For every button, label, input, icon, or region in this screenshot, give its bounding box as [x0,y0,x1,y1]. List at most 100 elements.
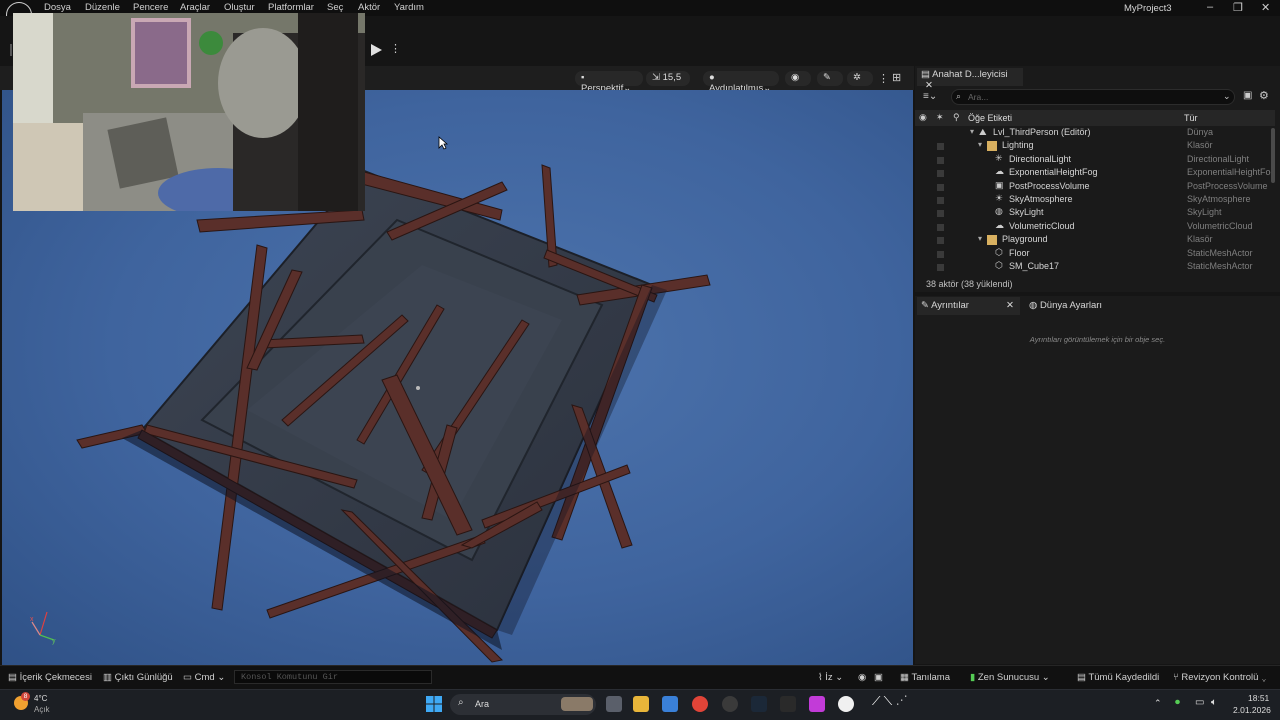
windows-start-icon[interactable] [426,696,442,712]
output-log-button[interactable]: ▥ Çıktı Günlüğü [103,672,173,683]
console-command-input[interactable]: Konsol Komutunu Gir [234,670,432,684]
chevron-down-icon: ⌄ [1258,672,1267,683]
play-icon[interactable] [369,43,383,57]
obs-icon[interactable] [809,696,825,712]
outliner-row[interactable]: ▣ PostProcessVolume PostProcessVolume [915,180,1270,194]
visibility-toggle[interactable] [937,210,944,217]
microphone-icon[interactable]: ⏺ [1175,697,1180,708]
tab-details[interactable]: ✎ Ayrıntılar ✕ [917,297,1020,315]
steam-icon[interactable] [751,696,767,712]
minimize-button[interactable]: – [1207,1,1213,13]
volume-icon[interactable]: 🔈︎ [1211,697,1217,708]
settings-gear-icon[interactable]: ⚙ [1259,89,1269,102]
visibility-toggle[interactable] [937,157,944,164]
add-folder-icon[interactable]: ▣ [1243,90,1252,101]
visibility-toggle[interactable] [937,197,944,204]
axis-x-label: x [30,616,34,623]
record-icon[interactable]: ◉ [858,672,866,683]
menu-actor[interactable]: Aktör [358,2,380,13]
menu-edit[interactable]: Düzenle [85,2,120,13]
chevron-down-icon[interactable]: ⌄ [1223,91,1231,102]
close-icon[interactable]: ✕ [1006,300,1014,311]
zen-server-button[interactable]: ▮ Zen Sunucusu ⌄ [970,672,1050,683]
drawer-icon: ▤ [8,672,20,683]
outliner-row[interactable]: ☁ ExponentialHeightFog ExponentialHeight… [915,166,1276,180]
weather-desc: Açık [34,705,50,714]
visibility-column-icon[interactable]: ◉ [919,112,927,123]
pin-column-icon[interactable]: ⚲ [953,112,960,123]
outliner-row[interactable]: ⬡ Floor StaticMeshActor [915,247,1270,261]
cmd-dropdown[interactable]: ▭ Cmd ⌄ [183,672,225,683]
file-explorer-icon[interactable] [633,696,649,712]
menu-window[interactable]: Pencere [133,2,168,13]
lit-mode-button[interactable]: ● Aydınlatılmış⌄ [703,71,779,94]
outliner-row[interactable]: ⬡ SM_Cube17 StaticMeshActor [915,260,1270,274]
post-process-icon: ▣ [995,180,1004,190]
outliner-search-input[interactable] [951,89,1235,105]
expand-arrow-icon[interactable]: ▾ [978,140,982,149]
diagnostics-button[interactable]: ▦ Tanılama [900,672,950,683]
epic-games-icon[interactable] [780,696,796,712]
outliner-row[interactable]: ☁ VolumetricCloud VolumetricCloud [915,220,1270,234]
snap-button[interactable]: ✎ [817,71,843,86]
menu-help[interactable]: Yardım [394,2,424,13]
settings-button[interactable]: ✲ [847,71,873,86]
chrome-icon[interactable] [692,696,708,712]
expand-arrow-icon[interactable]: ▾ [978,234,982,243]
pen-icon: ✎ [823,72,831,83]
menu-file[interactable]: Dosya [44,2,71,13]
fov-button[interactable]: ⇲ 15,5 [646,71,690,86]
outliner-row[interactable]: ◍ SkyLight SkyLight [915,206,1270,220]
visibility-toggle[interactable] [937,170,944,177]
menu-platforms[interactable]: Platformlar [268,2,314,13]
visibility-toggle[interactable] [937,143,944,150]
visibility-toggle[interactable] [937,251,944,258]
outliner-row[interactable]: ✳ DirectionalLight DirectionalLight [915,153,1270,167]
menu-select[interactable]: Seç [327,2,343,13]
axis-y-label: y [52,638,56,645]
outliner-row[interactable]: ▾ Playground Klasör [915,234,1270,247]
visibility-toggle[interactable] [937,237,944,244]
server-icon: ▮ [970,672,978,683]
store-icon[interactable] [662,696,678,712]
favorite-column-icon[interactable]: ✶ [936,112,944,123]
outliner-row[interactable]: ☀ SkyAtmosphere SkyAtmosphere [915,193,1270,207]
search-icon: ⌕ [458,697,464,708]
item-label-column[interactable]: Öğe Etiketi [968,113,1012,123]
menu-tools[interactable]: Araçlar [180,2,210,13]
viewport-options-icon[interactable]: ⋮ [878,72,889,85]
filter-icon[interactable]: ≡⌄ [923,91,937,102]
restore-button[interactable]: ❐ [1233,1,1243,14]
toolbar-grip [10,44,12,56]
task-view-icon[interactable] [606,696,622,712]
close-icon[interactable]: ✕ [925,80,933,91]
github-icon[interactable] [722,696,738,712]
save-all-button[interactable]: ▤ Tümü Kaydedildi [1077,672,1159,683]
unreal-engine-icon[interactable] [838,696,854,712]
menu-build[interactable]: Oluştur [224,2,255,13]
screenshot-icon[interactable]: ▣ [874,672,883,683]
perspective-button[interactable]: ▪ Perspektif⌄ [575,71,643,94]
type-column[interactable]: Tür [1184,113,1198,123]
network-icon[interactable]: ▭ [1195,697,1204,708]
play-options-icon[interactable]: ⋮ [390,42,401,55]
outliner-row[interactable]: ▾ Lighting Klasör [915,140,1270,153]
tab-world-settings[interactable]: ◍ Dünya Ayarları [1025,297,1115,315]
visibility-toggle[interactable] [937,224,944,231]
layout-icon[interactable]: ⊞ [892,71,901,84]
tab-outliner[interactable]: ▤ Anahat D...leyicisi ✕ [917,68,1023,91]
show-button[interactable]: ◉ [785,71,811,86]
tray-expand-icon[interactable]: ⌃ [1154,698,1162,709]
outliner-row[interactable]: ▾ ⛰ Lvl_ThirdPerson (Editör) Dünya [915,127,1270,140]
globe-icon: ◍ [1029,300,1038,311]
close-button[interactable]: ✕ [1261,1,1270,14]
visibility-toggle[interactable] [937,264,944,271]
clock-date[interactable]: 2.01.2026 [1233,705,1271,715]
visibility-toggle[interactable] [937,184,944,191]
revision-control-button[interactable]: ⑂ Revizyon Kontrolü ⌄ [1173,672,1267,683]
content-drawer-button[interactable]: ▤ İçerik Çekmecesi [8,672,92,683]
trace-button[interactable]: ⌇ İz ⌄ [818,672,843,683]
clock-time[interactable]: 18:51 [1248,693,1269,703]
expand-arrow-icon[interactable]: ▾ [970,127,974,136]
outliner-scrollbar[interactable] [1271,128,1275,183]
